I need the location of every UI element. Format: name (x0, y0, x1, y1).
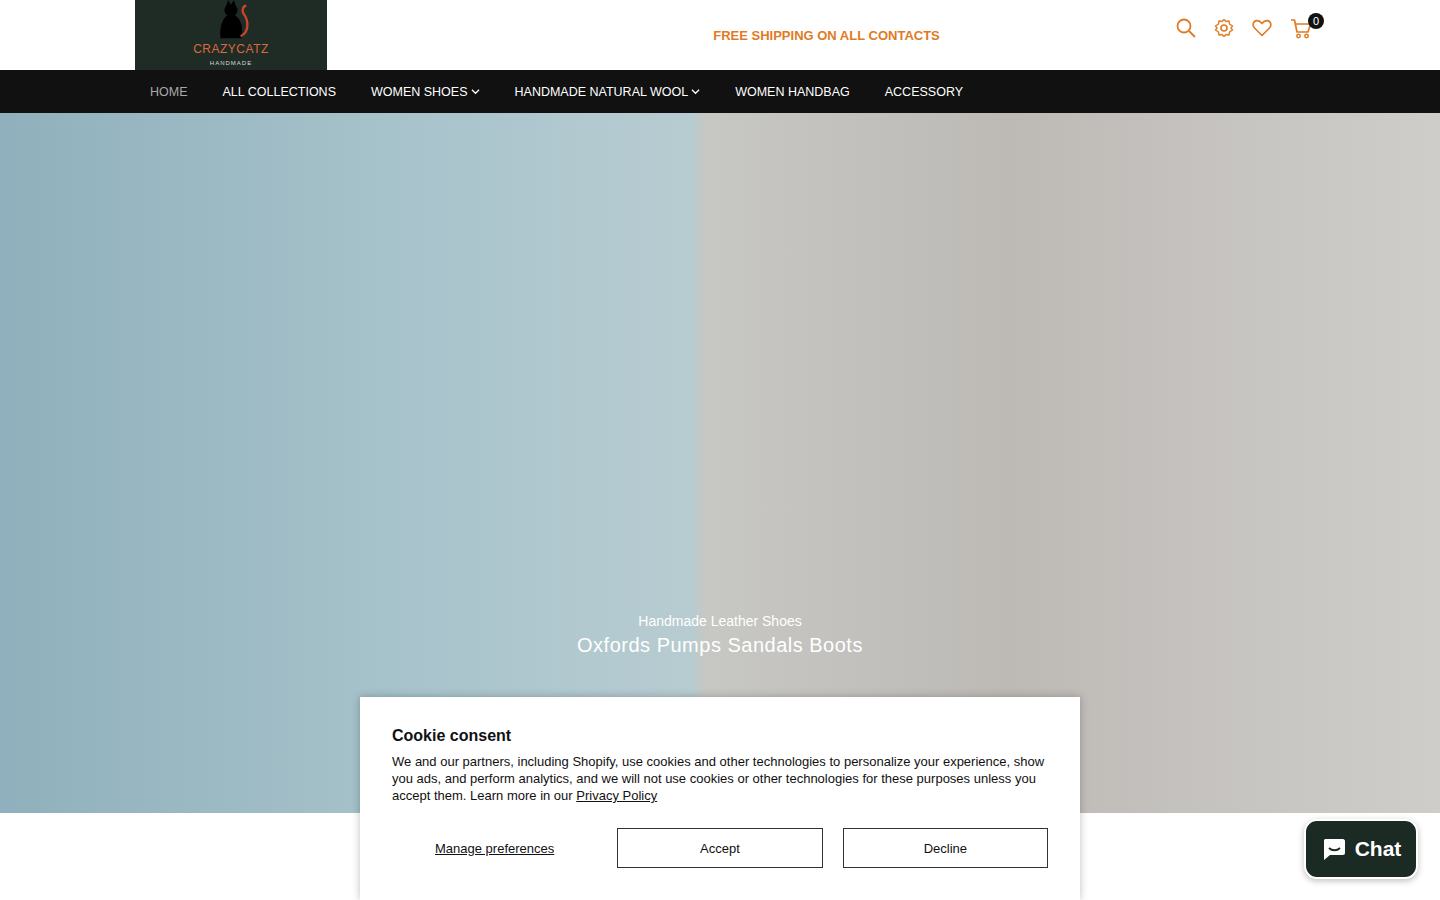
cookie-button[interactable]: Accept (617, 828, 822, 868)
nav-label: ACCESSORY (885, 85, 963, 99)
chat-label: Chat (1355, 837, 1402, 861)
cookie-title: Cookie consent (392, 727, 1048, 745)
cookie-button[interactable]: Manage preferences (392, 828, 597, 868)
announcement: FREE SHIPPING ON ALL CONTACTS (327, 0, 1176, 70)
main-nav: HOME ALL COLLECTIONS WOMEN SHOES HANDMADE N… (0, 70, 1440, 113)
chevron-down-icon (691, 87, 700, 96)
cart[interactable]: 0 (1290, 18, 1312, 40)
privacy-policy-link[interactable]: Privacy Policy (576, 788, 657, 803)
heart-icon[interactable] (1252, 18, 1272, 38)
nav-item[interactable]: ALL COLLECTIONS (208, 85, 356, 99)
nav-item[interactable]: ACCESSORY (870, 85, 983, 99)
nav-item[interactable]: HOME (135, 85, 208, 99)
header: CRAZYCATZ HANDMADE FREE SHIPPING ON ALL CO… (0, 0, 1440, 70)
nav-item[interactable]: HANDMADE NATURAL WOOL (500, 85, 721, 99)
nav-item[interactable]: WOMEN SHOES (356, 85, 500, 99)
nav-item[interactable]: WOMEN HANDBAG (720, 85, 870, 99)
header-icons: 0 (1176, 0, 1312, 70)
cookie-body: We and our partners, including Shopify, … (392, 754, 1044, 803)
cookie-text: We and our partners, including Shopify, … (392, 753, 1048, 804)
cookie-buttons: Manage preferences Accept Decline (392, 828, 1048, 868)
nav-label: HANDMADE NATURAL WOOL (515, 85, 689, 99)
cookie-button[interactable]: Decline (843, 828, 1048, 868)
cart-count-badge: 0 (1308, 13, 1324, 29)
chat-bubble-icon (1321, 836, 1347, 862)
cat-logo-icon (206, 0, 256, 42)
logo[interactable]: CRAZYCATZ HANDMADE (135, 0, 327, 70)
chat-button[interactable]: Chat (1304, 819, 1418, 879)
nav-label: HOME (150, 85, 188, 99)
search-icon[interactable] (1176, 18, 1196, 38)
chevron-down-icon (471, 87, 480, 96)
gear-icon[interactable] (1214, 18, 1234, 38)
hero-title[interactable]: Oxfords Pumps Sandals Boots (577, 632, 863, 658)
nav-label: ALL COLLECTIONS (223, 85, 336, 99)
hero-subtitle: Handmade Leather Shoes (638, 612, 801, 630)
logo-title: CRAZYCATZ (193, 42, 269, 56)
nav-label: WOMEN HANDBAG (735, 85, 850, 99)
nav-label: WOMEN SHOES (371, 85, 468, 99)
cookie-dialog: Cookie consent We and our partners, inclu… (360, 697, 1080, 900)
logo-subtitle: HANDMADE (210, 59, 252, 67)
